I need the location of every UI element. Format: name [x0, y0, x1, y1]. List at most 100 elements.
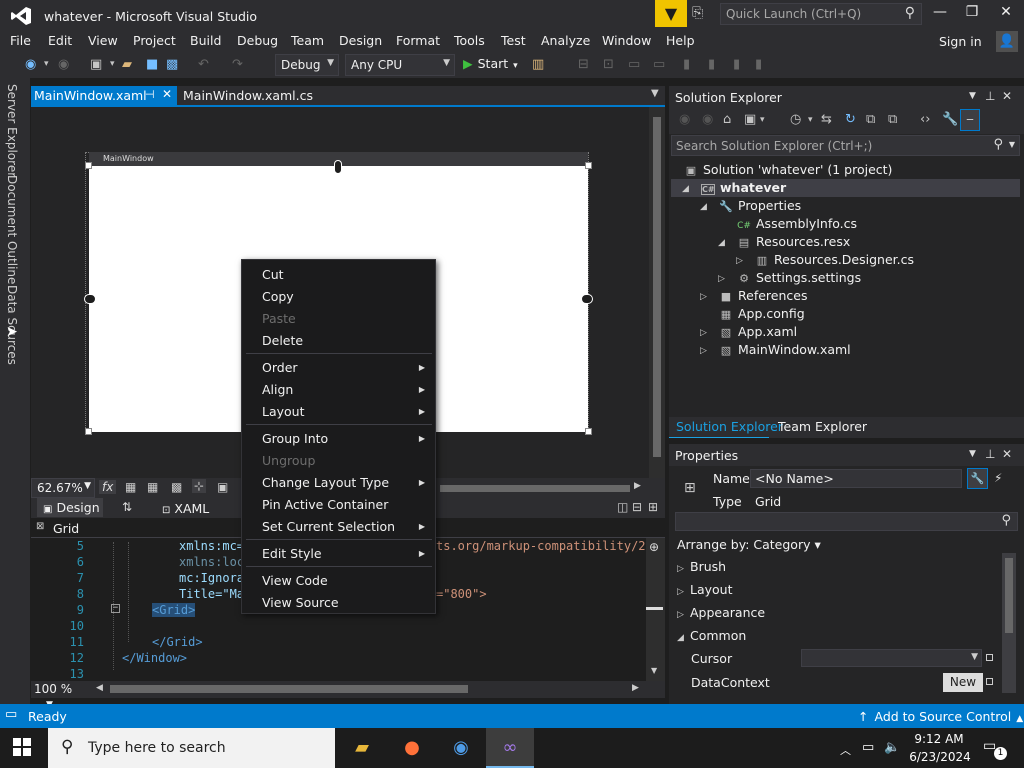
menu-file[interactable]: File [10, 33, 31, 48]
redo-icon[interactable]: ↷ [232, 57, 243, 72]
feedback-icon[interactable]: ⎘ [692, 5, 716, 21]
configuration-dropdown[interactable]: Debug ▼ [275, 54, 339, 76]
chevron-down-icon[interactable]: ▾ [760, 115, 765, 125]
show-grid-icon[interactable]: ▦ [125, 480, 136, 494]
ctx-cut[interactable]: Cut [262, 267, 284, 282]
step-over-icon[interactable]: ⊡ [603, 57, 614, 72]
cursor-dropdown[interactable]: ▼ [801, 649, 982, 667]
switch-views-icon[interactable]: ▣ [744, 112, 756, 127]
show-all-files-icon[interactable]: ⧉ [888, 112, 897, 127]
network-icon[interactable]: ▭ [862, 740, 874, 755]
ctx-align[interactable]: Align [262, 382, 293, 397]
snap-to-snaplines-icon[interactable]: ⊹ [192, 479, 207, 493]
chevron-down-icon[interactable]: ▾ [808, 115, 813, 125]
designer-horizontal-scrollbar[interactable] [440, 485, 630, 492]
expanded-arrow-icon[interactable]: ◢ [682, 184, 689, 194]
uncomment-icon[interactable]: ▭ [653, 57, 665, 72]
menu-team[interactable]: Team [291, 33, 324, 48]
solution-explorer-search-input[interactable]: Search Solution Explorer (Ctrl+;) ⚲ ▼ [671, 135, 1020, 156]
scroll-right-icon[interactable]: ▶ [634, 481, 641, 491]
notification-filter-icon[interactable]: ▼ [655, 0, 687, 27]
snap-to-grid-icon[interactable]: ▦ [147, 480, 158, 494]
chevron-up-icon[interactable]: ︿ [840, 742, 851, 758]
pending-changes-icon[interactable]: ◷ [790, 112, 801, 127]
tree-item-assemblyinfo[interactable]: C# AssemblyInfo.cs [737, 216, 857, 231]
ctx-delete[interactable]: Delete [262, 333, 303, 348]
browse-icon[interactable]: ▥ [532, 57, 544, 72]
ctx-edit-style[interactable]: Edit Style [262, 546, 322, 561]
forward-icon[interactable]: ◉ [702, 112, 713, 127]
save-all-icon[interactable]: ▩ [166, 57, 178, 72]
firefox-icon[interactable]: ● [388, 728, 436, 768]
tab-team-explorer[interactable]: Team Explorer [778, 419, 867, 434]
close-icon[interactable]: ✕ [162, 87, 172, 101]
add-to-source-control-button[interactable]: ↑ Add to Source Control ▲ [858, 709, 1023, 724]
design-view-tab[interactable]: ▣ Design [37, 498, 103, 517]
account-icon[interactable]: 👤 [996, 31, 1018, 52]
preview-selected-items-icon[interactable]: ⎯ [960, 109, 980, 131]
category-brush[interactable]: ▷ Brush [677, 559, 726, 574]
ctx-copy[interactable]: Copy [262, 289, 294, 304]
tree-item-project[interactable]: C# whatever [701, 180, 786, 195]
collapsed-arrow-icon[interactable]: ▷ [700, 346, 707, 356]
windows-start-icon[interactable] [13, 738, 31, 761]
menu-help[interactable]: Help [666, 33, 695, 48]
close-button[interactable]: ✕ [991, 4, 1021, 26]
category-appearance[interactable]: ▷ Appearance [677, 605, 765, 620]
scroll-down-icon[interactable]: ▼ [651, 666, 657, 675]
ctx-change-layout-type[interactable]: Change Layout Type [262, 475, 389, 490]
undo-icon[interactable]: ↶ [198, 57, 209, 72]
designer-vertical-scrollbar[interactable] [649, 107, 665, 478]
save-icon[interactable]: ■ [146, 57, 158, 72]
visual-studio-taskbar-icon[interactable]: ∞ [486, 728, 534, 768]
sign-in-link[interactable]: Sign in [939, 34, 982, 49]
tree-item-settings[interactable]: ⚙ Settings.settings [737, 270, 861, 285]
bookmark-icon[interactable]: ▮ [683, 57, 690, 72]
pin-icon[interactable]: ⊣ [145, 88, 155, 101]
tree-item-app-xaml[interactable]: ▧ App.xaml [719, 324, 797, 339]
sync-with-document-icon[interactable]: ⇆ [821, 112, 832, 127]
chevron-down-icon[interactable]: ▼ [1009, 140, 1015, 149]
ctx-view-code[interactable]: View Code [262, 573, 328, 588]
grid-rail-handle[interactable] [581, 294, 593, 304]
properties-icon[interactable]: 🔧 [942, 112, 958, 127]
home-icon[interactable]: ⌂ [723, 112, 731, 127]
menu-test[interactable]: Test [501, 33, 526, 48]
resize-handle[interactable] [585, 162, 592, 169]
tab-solution-explorer[interactable]: Solution Explorer [676, 419, 783, 434]
project-code-icon[interactable]: ▣ [217, 480, 228, 494]
tab-mainwindow-xaml-cs[interactable]: MainWindow.xaml.cs [183, 88, 313, 103]
scroll-right-icon[interactable]: ▶ [632, 683, 639, 693]
swap-panes-button[interactable]: ⇅ [122, 500, 132, 514]
category-common[interactable]: ◢ Common [677, 628, 746, 643]
ctx-group-into[interactable]: Group Into [262, 431, 328, 446]
new-dropdown-icon[interactable]: ▾ [110, 59, 115, 69]
menu-tools[interactable]: Tools [454, 33, 485, 48]
window-position-icon[interactable]: ▼ [969, 91, 976, 101]
xaml-view-tab[interactable]: ⊡ XAML [162, 501, 209, 516]
tree-item-references[interactable]: ■ References [719, 288, 808, 303]
view-code-icon[interactable]: ‹› [920, 112, 930, 127]
menu-analyze[interactable]: Analyze [541, 33, 590, 48]
editor-zoom-dropdown[interactable]: 100 % ▼ [31, 681, 91, 710]
back-icon[interactable]: ◉ [679, 112, 690, 127]
forward-icon[interactable]: ◉ [58, 57, 69, 72]
collapse-all-icon[interactable]: ⧉ [866, 112, 875, 127]
effects-button[interactable]: fx [99, 480, 117, 494]
ctx-view-source[interactable]: View Source [262, 595, 339, 610]
bookmark-clear-icon[interactable]: ▮ [755, 57, 762, 72]
tree-item-app-config[interactable]: ▦ App.config [719, 306, 805, 321]
tree-item-properties[interactable]: 🔧 Properties [719, 198, 801, 213]
breadcrumb-element[interactable]: Grid [53, 521, 79, 536]
menu-window[interactable]: Window [602, 33, 651, 48]
designer-zoom-dropdown[interactable]: 62.67% ▼ [31, 478, 95, 498]
scroll-thumb[interactable] [646, 607, 663, 610]
scroll-thumb[interactable] [653, 117, 661, 457]
properties-scrollbar[interactable] [1002, 553, 1016, 693]
open-folder-icon[interactable]: ▰ [122, 57, 132, 72]
minimize-button[interactable]: — [925, 4, 955, 26]
datacontext-new-button[interactable]: New [943, 673, 983, 692]
property-marker-icon[interactable] [986, 654, 993, 661]
window-position-icon[interactable]: ▼ [969, 449, 976, 459]
tree-item-solution[interactable]: ▣ Solution 'whatever' (1 project) [684, 162, 893, 177]
